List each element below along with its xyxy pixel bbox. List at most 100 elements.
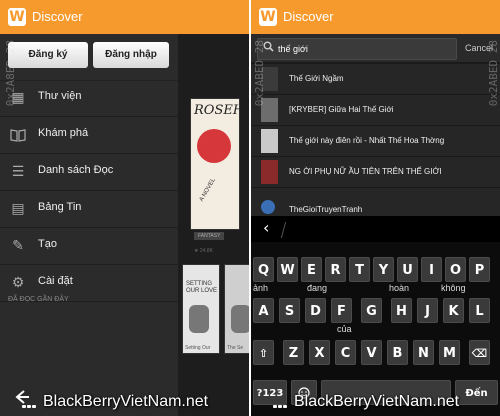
- suggestion-word[interactable]: ảnh: [253, 283, 268, 293]
- signup-button[interactable]: Đăng ký: [8, 42, 88, 68]
- screenshot-composite: W Discover ROSEHE A NOVEL FANTASY ★ 24.8…: [0, 0, 500, 416]
- gear-icon: ⚙: [11, 275, 25, 291]
- menu-item-label: Khám phá: [38, 127, 89, 139]
- wattpad-logo-icon[interactable]: W: [8, 8, 26, 26]
- key-a[interactable]: A: [253, 298, 274, 323]
- wattpad-logo-icon[interactable]: W: [259, 8, 277, 26]
- key-y[interactable]: Y: [373, 257, 394, 282]
- book-cover-subtitle: A NOVEL: [198, 177, 217, 203]
- search-result-item[interactable]: TheGioiTruyenTranh: [251, 188, 500, 217]
- result-title: Thế Giới Ngầm: [289, 74, 344, 83]
- blackberry-logo-icon: [22, 395, 40, 409]
- key-k[interactable]: K: [443, 298, 464, 323]
- suggestion-word[interactable]: không: [441, 283, 466, 293]
- result-title: TheGioiTruyenTranh: [289, 205, 363, 214]
- rose-illustration: [197, 129, 231, 163]
- watermark-label: BlackBerryVietNam.net: [294, 393, 460, 410]
- result-title: Thế giới này điên rồi - Nhất Thế Hoa Thờ…: [289, 136, 445, 145]
- menu-item-library[interactable]: ▦ Thư viện: [0, 80, 178, 117]
- discover-content-peek: ROSEHE A NOVEL FANTASY ★ 24.8K SETTING O…: [178, 34, 249, 416]
- menu-item-label: Thư viện: [38, 90, 82, 102]
- header-title: Discover: [32, 9, 83, 24]
- search-result-item[interactable]: Thế giới này điên rồi - Nhất Thế Hoa Thờ…: [251, 126, 500, 157]
- keyboard-toolbar: ‹: [251, 216, 500, 242]
- genre-tag: FANTASY: [194, 232, 225, 240]
- key-m[interactable]: M: [439, 340, 460, 365]
- search-result-item[interactable]: Thế Giới Ngầm: [251, 64, 500, 95]
- suggestion-word[interactable]: của: [337, 324, 352, 334]
- book-open-icon: [10, 127, 26, 143]
- list-icon: ☰: [11, 164, 25, 180]
- blackberry-logo-icon: [273, 395, 291, 409]
- menu-item-label: Danh sách Đọc: [38, 164, 114, 176]
- recently-read-label: ĐÃ ĐỌC GẦN ĐÂY: [8, 296, 69, 303]
- menu-item-create[interactable]: ✎ Tạo: [0, 228, 178, 265]
- watermark-text: BlackBerryVietNam.net: [22, 393, 208, 411]
- menu-item-label: Bảng Tin: [38, 201, 82, 213]
- right-screen: W Discover Cancel Thế Giới Ngầm [KRYBER]…: [251, 0, 500, 416]
- watermark-label: BlackBerryVietNam.net: [43, 393, 209, 410]
- result-thumbnail: [261, 129, 278, 153]
- key-g[interactable]: G: [361, 298, 382, 323]
- book-caption: The Se: [227, 345, 244, 351]
- book-caption: Setting Our: [185, 345, 211, 351]
- navigation-drawer: Đăng ký Đăng nhập ▦ Thư viện Khám phá ☰ …: [0, 34, 178, 416]
- key-t[interactable]: T: [349, 257, 370, 282]
- watermark-vertical-code: 0x2ABED 28: [253, 40, 266, 107]
- keyboard-back-icon[interactable]: ‹: [263, 218, 269, 237]
- menu-item-label: Cài đặt: [38, 275, 73, 287]
- key-n[interactable]: N: [413, 340, 434, 365]
- suggestion-word[interactable]: đang: [307, 283, 327, 293]
- backspace-key[interactable]: ⌫: [469, 340, 490, 365]
- watermark-vertical-code: 0x2ABED 28: [487, 40, 500, 107]
- enter-key[interactable]: Đến: [455, 380, 498, 405]
- key-f[interactable]: F: [331, 298, 352, 323]
- shift-key[interactable]: ⇧: [253, 340, 274, 365]
- key-s[interactable]: S: [279, 298, 300, 323]
- key-o[interactable]: O: [445, 257, 466, 282]
- book-cover-the-se[interactable]: The Se: [224, 264, 249, 354]
- app-header: W Discover: [0, 0, 249, 34]
- search-input[interactable]: [278, 41, 448, 56]
- key-h[interactable]: H: [391, 298, 412, 323]
- key-e[interactable]: E: [301, 257, 322, 282]
- toolbar-separator: [280, 222, 287, 238]
- result-title: NG ỜI PHỤ NỮ ẦU TIÊN TRÊN THẾ GIỚI: [289, 167, 442, 176]
- book-meta: ★ 24.8K: [194, 248, 213, 254]
- create-icon: ✎: [12, 238, 24, 254]
- menu-item-discover[interactable]: Khám phá: [0, 117, 178, 154]
- key-z[interactable]: Z: [283, 340, 304, 365]
- key-x[interactable]: X: [309, 340, 330, 365]
- left-screen: W Discover ROSEHE A NOVEL FANTASY ★ 24.8…: [0, 0, 249, 416]
- header-title: Discover: [283, 9, 334, 24]
- suggestion-word[interactable]: hoàn: [389, 283, 409, 293]
- key-p[interactable]: P: [469, 257, 490, 282]
- search-field[interactable]: [257, 38, 457, 60]
- key-r[interactable]: R: [325, 257, 346, 282]
- search-result-item[interactable]: [KRYBER] Giữa Hai Thế Giới: [251, 95, 500, 126]
- menu-item-reading-list[interactable]: ☰ Danh sách Đọc: [0, 154, 178, 191]
- key-d[interactable]: D: [305, 298, 326, 323]
- menu-item-label: Tạo: [38, 238, 57, 250]
- book-cover-rosehe[interactable]: ROSEHE A NOVEL: [190, 98, 240, 230]
- key-i[interactable]: I: [421, 257, 442, 282]
- login-button[interactable]: Đăng nhập: [93, 42, 169, 68]
- menu-item-news[interactable]: ▤ Bảng Tin: [0, 191, 178, 228]
- result-thumbnail: [261, 200, 275, 214]
- auth-row: Đăng ký Đăng nhập: [0, 34, 178, 81]
- key-q[interactable]: Q: [253, 257, 274, 282]
- watermark-text: BlackBerryVietNam.net: [273, 393, 459, 411]
- key-l[interactable]: L: [469, 298, 490, 323]
- watermark-vertical-code: 0x2A8ED 28: [4, 40, 17, 107]
- book-cover-setting-our-love[interactable]: SETTING OUR LOVE Setting Our: [182, 264, 220, 354]
- key-c[interactable]: C: [335, 340, 356, 365]
- search-result-item[interactable]: NG ỜI PHỤ NỮ ẦU TIÊN TRÊN THẾ GIỚI: [251, 157, 500, 188]
- key-v[interactable]: V: [361, 340, 382, 365]
- app-header: W Discover: [251, 0, 500, 34]
- key-u[interactable]: U: [397, 257, 418, 282]
- key-b[interactable]: B: [387, 340, 408, 365]
- result-thumbnail: [261, 160, 278, 184]
- book-art: [189, 305, 209, 333]
- key-w[interactable]: W: [277, 257, 298, 282]
- key-j[interactable]: J: [417, 298, 438, 323]
